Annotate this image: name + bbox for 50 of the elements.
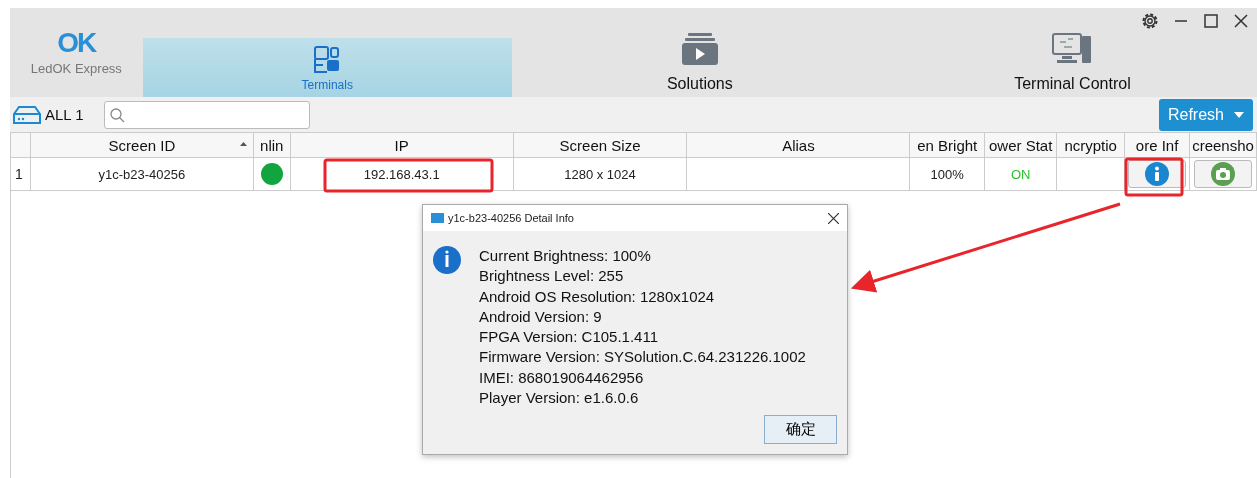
column-header[interactable]: ore Inf	[1135, 136, 1179, 154]
column-header[interactable]: Alias	[782, 136, 815, 154]
detail-line: Firmware Version: SYSolution.C.64.231226.1002	[479, 347, 806, 368]
app-name: LedOK Express	[30, 61, 122, 76]
search-field[interactable]	[103, 100, 310, 129]
refresh-button[interactable]: Refresh	[1158, 98, 1253, 131]
row-number: 1	[15, 166, 23, 182]
column-header[interactable]: Screen Size	[559, 136, 641, 154]
screenshot-button[interactable]	[1194, 160, 1252, 188]
table-cell: y1c-b23-40256	[98, 166, 186, 182]
table-cell: 100%	[930, 166, 964, 182]
table-cell: ON	[1010, 166, 1031, 182]
close-icon[interactable]	[828, 212, 839, 224]
close-icon[interactable]	[1233, 13, 1249, 29]
maximize-icon[interactable]	[1203, 13, 1219, 29]
dialog-title: y1c-b23-40256 Detail Info	[448, 212, 574, 224]
settings-icon[interactable]	[1141, 12, 1159, 30]
nav-tab[interactable]: Solutions	[511, 8, 888, 97]
table-cell: 1280 x 1024	[564, 166, 636, 182]
column-header[interactable]: Screen ID	[108, 136, 176, 154]
table-cell: 192.168.43.1	[363, 166, 440, 182]
camera-icon	[1211, 162, 1235, 186]
device-icon	[12, 104, 42, 125]
nav-tab[interactable]: Terminal Control	[887, 8, 1257, 97]
column-header[interactable]: creensho	[1192, 136, 1254, 154]
search-icon	[108, 106, 125, 123]
caret-icon	[1234, 111, 1244, 118]
detail-line: Android OS Resolution: 1280x1024	[479, 286, 716, 307]
detail-line: Player Version: e1.6.0.6	[479, 388, 640, 409]
column-header[interactable]: IP	[394, 136, 409, 154]
video-folder-icon	[681, 33, 718, 65]
detail-line: IMEI: 868019064462956	[479, 367, 645, 388]
app-icon	[431, 213, 444, 223]
column-header[interactable]: nlin	[260, 136, 284, 154]
info-icon	[433, 246, 461, 274]
column-header[interactable]: ncryptio	[1064, 136, 1117, 154]
device-count: ALL 1	[45, 106, 84, 123]
column-header[interactable]: en Bright	[917, 136, 978, 154]
highlight-frame	[1124, 157, 1184, 197]
info-icon	[1145, 162, 1170, 186]
detail-line: Android Version: 9	[479, 306, 603, 327]
terminals-icon	[314, 46, 341, 74]
ok-button[interactable]: 确定	[764, 415, 837, 444]
detail-line: Current Brightness: 100%	[479, 246, 652, 266]
detail-line: Brightness Level: 255	[479, 266, 625, 287]
computer-icon	[1052, 33, 1093, 65]
detail-line: FPGA Version: C105.1.411	[479, 327, 659, 348]
info-button[interactable]	[1128, 160, 1187, 188]
logo: OK	[57, 29, 96, 57]
column-header[interactable]: ower Stat	[989, 136, 1053, 154]
